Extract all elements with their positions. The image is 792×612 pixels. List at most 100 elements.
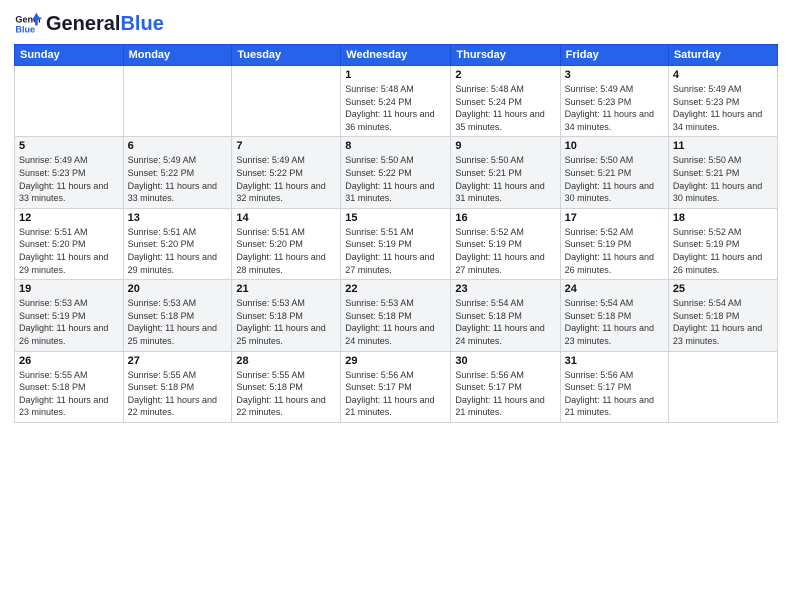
cell-info: Sunrise: 5:48 AMSunset: 5:24 PMDaylight:…	[455, 83, 555, 133]
cell-info: Sunrise: 5:53 AMSunset: 5:19 PMDaylight:…	[19, 297, 119, 347]
calendar: SundayMondayTuesdayWednesdayThursdayFrid…	[14, 44, 778, 423]
cell-info: Sunrise: 5:54 AMSunset: 5:18 PMDaylight:…	[565, 297, 664, 347]
cell-day-number: 26	[19, 355, 119, 367]
calendar-week-row: 19Sunrise: 5:53 AMSunset: 5:19 PMDayligh…	[15, 280, 778, 351]
calendar-cell-empty	[123, 66, 232, 137]
cell-day-number: 14	[236, 212, 336, 224]
calendar-week-row: 5 Sunrise: 5:49 AMSunset: 5:23 PMDaylight…	[15, 137, 778, 208]
calendar-cell: 17Sunrise: 5:52 AMSunset: 5:19 PMDayligh…	[560, 208, 668, 279]
cell-info: Sunrise: 5:50 AMSunset: 5:22 PMDaylight:…	[345, 154, 446, 204]
cell-info: Sunrise: 5:54 AMSunset: 5:18 PMDaylight:…	[673, 297, 773, 347]
cell-day-number: 24	[565, 283, 664, 295]
cell-info: Sunrise: 5:56 AMSunset: 5:17 PMDaylight:…	[345, 369, 446, 419]
cell-info: Sunrise: 5:56 AMSunset: 5:17 PMDaylight:…	[565, 369, 664, 419]
cell-day-number: 7	[236, 140, 336, 152]
cell-info: Sunrise: 5:56 AMSunset: 5:17 PMDaylight:…	[455, 369, 555, 419]
calendar-cell: 13 Sunrise: 5:51 AMSunset: 5:20 PMDayligh…	[123, 208, 232, 279]
cell-day-number: 5	[19, 140, 119, 152]
cell-day-number: 2	[455, 69, 555, 81]
calendar-week-row: 26 Sunrise: 5:55 AMSunset: 5:18 PMDayligh…	[15, 351, 778, 422]
cell-day-number: 4	[673, 69, 773, 81]
calendar-cell: 28Sunrise: 5:55 AMSunset: 5:18 PMDayligh…	[232, 351, 341, 422]
logo-icon: General Blue	[14, 10, 42, 38]
cell-info: Sunrise: 5:53 AMSunset: 5:18 PMDaylight:…	[345, 297, 446, 347]
cell-day-number: 13	[128, 212, 228, 224]
calendar-cell: 18 Sunrise: 5:52 AMSunset: 5:19 PMDayligh…	[668, 208, 777, 279]
cell-info: Sunrise: 5:51 AMSunset: 5:20 PMDaylight:…	[128, 226, 228, 276]
calendar-week-row: 12 Sunrise: 5:51 AMSunset: 5:20 PMDayligh…	[15, 208, 778, 279]
cell-info: Sunrise: 5:48 AMSunset: 5:24 PMDaylight:…	[345, 83, 446, 133]
calendar-cell: 8Sunrise: 5:50 AMSunset: 5:22 PMDaylight…	[341, 137, 451, 208]
calendar-cell: 5 Sunrise: 5:49 AMSunset: 5:23 PMDaylight…	[15, 137, 124, 208]
cell-day-number: 18	[673, 212, 773, 224]
cell-day-number: 11	[673, 140, 773, 152]
calendar-cell: 16Sunrise: 5:52 AMSunset: 5:19 PMDayligh…	[451, 208, 560, 279]
calendar-week-row: 1 Sunrise: 5:48 AMSunset: 5:24 PMDaylight…	[15, 66, 778, 137]
calendar-cell: 23Sunrise: 5:54 AMSunset: 5:18 PMDayligh…	[451, 280, 560, 351]
cell-day-number: 15	[345, 212, 446, 224]
svg-text:Blue: Blue	[15, 24, 35, 34]
calendar-cell: 20 Sunrise: 5:53 AMSunset: 5:18 PMDayligh…	[123, 280, 232, 351]
calendar-cell: 29 Sunrise: 5:56 AMSunset: 5:17 PMDayligh…	[341, 351, 451, 422]
cell-info: Sunrise: 5:49 AMSunset: 5:23 PMDaylight:…	[19, 154, 119, 204]
weekday-header-friday: Friday	[560, 45, 668, 66]
cell-info: Sunrise: 5:55 AMSunset: 5:18 PMDaylight:…	[19, 369, 119, 419]
cell-day-number: 29	[345, 355, 446, 367]
cell-info: Sunrise: 5:52 AMSunset: 5:19 PMDaylight:…	[673, 226, 773, 276]
calendar-cell: 30 Sunrise: 5:56 AMSunset: 5:17 PMDayligh…	[451, 351, 560, 422]
calendar-cell: 25Sunrise: 5:54 AMSunset: 5:18 PMDayligh…	[668, 280, 777, 351]
weekday-header-monday: Monday	[123, 45, 232, 66]
calendar-cell: 31 Sunrise: 5:56 AMSunset: 5:17 PMDayligh…	[560, 351, 668, 422]
logo-general: General	[46, 13, 120, 35]
weekday-header-saturday: Saturday	[668, 45, 777, 66]
cell-day-number: 30	[455, 355, 555, 367]
cell-info: Sunrise: 5:50 AMSunset: 5:21 PMDaylight:…	[565, 154, 664, 204]
calendar-cell: 7Sunrise: 5:49 AMSunset: 5:22 PMDaylight…	[232, 137, 341, 208]
cell-info: Sunrise: 5:49 AMSunset: 5:22 PMDaylight:…	[128, 154, 228, 204]
calendar-cell-empty	[232, 66, 341, 137]
calendar-cell: 24 Sunrise: 5:54 AMSunset: 5:18 PMDayligh…	[560, 280, 668, 351]
calendar-header-row: SundayMondayTuesdayWednesdayThursdayFrid…	[15, 45, 778, 66]
calendar-cell: 4 Sunrise: 5:49 AMSunset: 5:23 PMDaylight…	[668, 66, 777, 137]
weekday-header-thursday: Thursday	[451, 45, 560, 66]
cell-day-number: 21	[236, 283, 336, 295]
cell-info: Sunrise: 5:53 AMSunset: 5:18 PMDaylight:…	[128, 297, 228, 347]
cell-day-number: 9	[455, 140, 555, 152]
cell-day-number: 22	[345, 283, 446, 295]
calendar-cell: 22 Sunrise: 5:53 AMSunset: 5:18 PMDayligh…	[341, 280, 451, 351]
logo-blue: Blue	[120, 13, 163, 35]
cell-info: Sunrise: 5:49 AMSunset: 5:23 PMDaylight:…	[673, 83, 773, 133]
cell-day-number: 12	[19, 212, 119, 224]
cell-info: Sunrise: 5:52 AMSunset: 5:19 PMDaylight:…	[455, 226, 555, 276]
cell-info: Sunrise: 5:50 AMSunset: 5:21 PMDaylight:…	[673, 154, 773, 204]
cell-info: Sunrise: 5:55 AMSunset: 5:18 PMDaylight:…	[236, 369, 336, 419]
calendar-cell: 9 Sunrise: 5:50 AMSunset: 5:21 PMDaylight…	[451, 137, 560, 208]
calendar-cell: 19Sunrise: 5:53 AMSunset: 5:19 PMDayligh…	[15, 280, 124, 351]
cell-info: Sunrise: 5:51 AMSunset: 5:20 PMDaylight:…	[19, 226, 119, 276]
calendar-cell: 15Sunrise: 5:51 AMSunset: 5:19 PMDayligh…	[341, 208, 451, 279]
calendar-cell: 11 Sunrise: 5:50 AMSunset: 5:21 PMDayligh…	[668, 137, 777, 208]
weekday-header-sunday: Sunday	[15, 45, 124, 66]
header: General Blue GeneralBlue	[14, 10, 778, 38]
cell-day-number: 10	[565, 140, 664, 152]
cell-day-number: 23	[455, 283, 555, 295]
cell-info: Sunrise: 5:53 AMSunset: 5:18 PMDaylight:…	[236, 297, 336, 347]
cell-info: Sunrise: 5:51 AMSunset: 5:20 PMDaylight:…	[236, 226, 336, 276]
calendar-cell: 21 Sunrise: 5:53 AMSunset: 5:18 PMDayligh…	[232, 280, 341, 351]
cell-day-number: 6	[128, 140, 228, 152]
calendar-cell: 27Sunrise: 5:55 AMSunset: 5:18 PMDayligh…	[123, 351, 232, 422]
calendar-cell: 12 Sunrise: 5:51 AMSunset: 5:20 PMDayligh…	[15, 208, 124, 279]
logo: General Blue GeneralBlue	[14, 10, 164, 38]
cell-day-number: 20	[128, 283, 228, 295]
calendar-cell: 10 Sunrise: 5:50 AMSunset: 5:21 PMDayligh…	[560, 137, 668, 208]
cell-day-number: 27	[128, 355, 228, 367]
weekday-header-tuesday: Tuesday	[232, 45, 341, 66]
calendar-cell: 6 Sunrise: 5:49 AMSunset: 5:22 PMDaylight…	[123, 137, 232, 208]
calendar-cell-empty	[668, 351, 777, 422]
cell-info: Sunrise: 5:50 AMSunset: 5:21 PMDaylight:…	[455, 154, 555, 204]
cell-info: Sunrise: 5:49 AMSunset: 5:23 PMDaylight:…	[565, 83, 664, 133]
cell-day-number: 1	[345, 69, 446, 81]
cell-day-number: 31	[565, 355, 664, 367]
cell-info: Sunrise: 5:52 AMSunset: 5:19 PMDaylight:…	[565, 226, 664, 276]
calendar-cell: 3Sunrise: 5:49 AMSunset: 5:23 PMDaylight…	[560, 66, 668, 137]
